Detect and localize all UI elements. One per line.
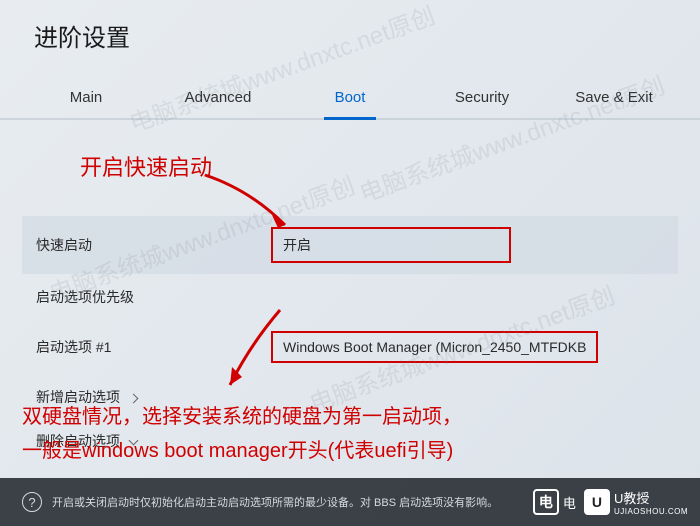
tab-advanced[interactable]: Advanced <box>152 77 284 118</box>
fast-boot-value: 开启 <box>271 227 664 263</box>
tab-boot[interactable]: Boot <box>284 77 416 118</box>
logo-ujiaoshou: U U教授 UJIAOSHOU.COM <box>584 488 688 516</box>
annotation-fast-boot: 开启快速启动 <box>80 150 212 182</box>
setting-boot-priority: 启动选项优先级 <box>22 276 678 318</box>
setting-fast-boot[interactable]: 快速启动 开启 <box>22 216 678 274</box>
tab-security[interactable]: Security <box>416 77 548 118</box>
highlight-box: 开启 <box>271 227 511 263</box>
tab-main[interactable]: Main <box>20 77 152 118</box>
fast-boot-label: 快速启动 <box>36 235 271 255</box>
boot-priority-label: 启动选项优先级 <box>36 287 271 307</box>
annotation-boot-option: 双硬盘情况，选择安装系统的硬盘为第一启动项， 一般是windows boot m… <box>22 400 462 468</box>
arrow-icon <box>200 170 300 235</box>
logos: 电 电 U U教授 UJIAOSHOU.COM <box>533 488 688 516</box>
arrow-icon <box>220 305 290 395</box>
tab-save-exit[interactable]: Save & Exit <box>548 77 680 118</box>
tabs-bar: Main Advanced Boot Security Save & Exit <box>0 67 700 120</box>
setting-boot-option-1[interactable]: 启动选项 #1 Windows Boot Manager (Micron_245… <box>22 320 678 374</box>
help-icon: ? <box>22 492 42 512</box>
help-text: 开启或关闭启动时仅初始化启动主动启动选项所需的最少设备。对 BBS 启动选项没有… <box>52 494 498 510</box>
logo-dnxtc-icon: 电 <box>533 489 559 515</box>
highlight-box: Windows Boot Manager (Micron_2450_MTFDKB <box>271 331 598 363</box>
logo-dnxtc: 电 电 <box>533 489 576 515</box>
boot-option-1-value: Windows Boot Manager (Micron_2450_MTFDKB <box>271 331 664 363</box>
logo-ujiaoshou-icon: U <box>584 489 610 515</box>
page-title: 进阶设置 <box>0 0 700 67</box>
